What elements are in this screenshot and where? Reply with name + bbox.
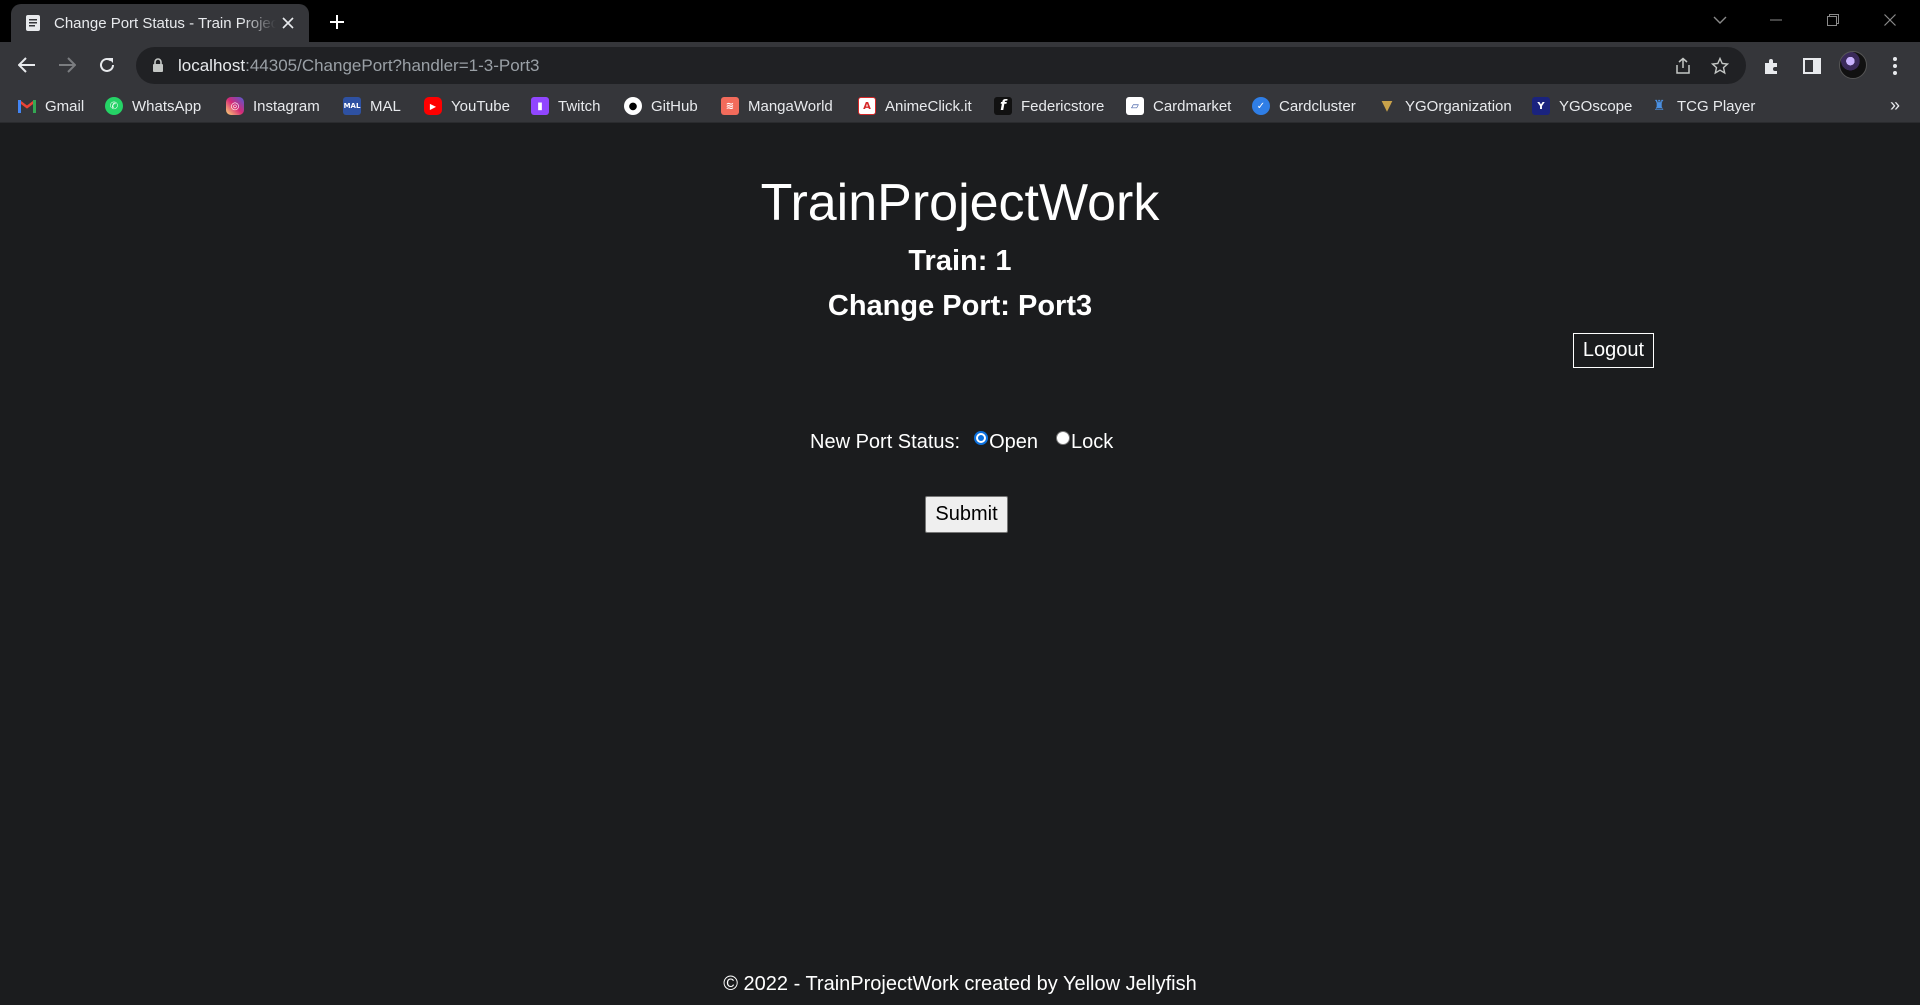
youtube-icon: ▶ bbox=[424, 97, 442, 115]
bookmark-label: Twitch bbox=[558, 97, 601, 115]
bookmark-twitch[interactable]: ▮ Twitch bbox=[531, 95, 601, 117]
bookmark-label: MangaWorld bbox=[748, 97, 833, 115]
tcgplayer-icon: ♜ bbox=[1652, 98, 1666, 114]
page-content: TrainProjectWork Train: 1 Change Port: P… bbox=[0, 123, 1920, 1005]
bookmark-mangaworld[interactable]: ≋ MangaWorld bbox=[721, 95, 833, 117]
forward-button[interactable] bbox=[52, 50, 82, 80]
url-path: :44305/ChangePort?handler=1-3-Port3 bbox=[245, 56, 540, 75]
bookmark-gmail[interactable]: Gmail bbox=[18, 95, 84, 117]
bookmark-cardmarket[interactable]: ▱ Cardmarket bbox=[1126, 95, 1231, 117]
profile-avatar[interactable] bbox=[1839, 51, 1867, 79]
whatsapp-icon: ✆ bbox=[105, 97, 123, 115]
animeclick-icon: A bbox=[858, 97, 876, 115]
url-text[interactable]: localhost:44305/ChangePort?handler=1-3-P… bbox=[178, 56, 540, 76]
port-status-label: New Port Status: bbox=[810, 430, 961, 453]
ygorganization-icon: ▼ bbox=[1381, 98, 1393, 114]
bookmark-label: MAL bbox=[370, 97, 401, 115]
bookmark-github[interactable]: ● GitHub bbox=[624, 95, 698, 117]
mangaworld-icon: ≋ bbox=[721, 97, 739, 115]
bookmark-federicstore[interactable]: f Federicstore bbox=[994, 95, 1104, 117]
bookmark-whatsapp[interactable]: ✆ WhatsApp bbox=[105, 95, 201, 117]
github-icon: ● bbox=[624, 97, 642, 115]
lock-radio-label[interactable]: Lock bbox=[1071, 431, 1113, 454]
forward-arrow-icon bbox=[59, 57, 76, 73]
browser-toolbar: localhost:44305/ChangePort?handler=1-3-P… bbox=[0, 42, 1920, 89]
change-port-heading: Change Port: Port3 bbox=[827, 290, 1093, 322]
back-arrow-icon bbox=[18, 57, 35, 73]
submit-button[interactable]: Submit bbox=[925, 496, 1008, 533]
bookmark-label: YGOrganization bbox=[1405, 97, 1512, 115]
bookmark-label: Cardmarket bbox=[1153, 97, 1232, 115]
share-icon[interactable] bbox=[1672, 55, 1694, 77]
bookmark-label: GitHub bbox=[651, 97, 698, 115]
bookmark-label: Federicstore bbox=[1021, 97, 1105, 115]
tab-strip: Change Port Status - Train Project bbox=[0, 0, 1920, 42]
restore-button[interactable] bbox=[1805, 0, 1861, 40]
bookmark-instagram[interactable]: ◎ Instagram bbox=[226, 95, 320, 117]
logout-button[interactable]: Logout bbox=[1573, 333, 1654, 368]
bookmark-cardcluster[interactable]: ✓ Cardcluster bbox=[1252, 95, 1356, 117]
train-heading: Train: 1 bbox=[908, 245, 1012, 277]
federicstore-icon: f bbox=[994, 97, 1012, 115]
star-icon[interactable] bbox=[1709, 55, 1731, 77]
footer-text: © 2022 - TrainProjectWork created by Yel… bbox=[723, 973, 1197, 995]
back-button[interactable] bbox=[12, 50, 42, 80]
bookmark-label: YouTube bbox=[451, 97, 510, 115]
reload-button[interactable] bbox=[92, 50, 122, 80]
lock-icon bbox=[153, 58, 163, 72]
minimize-icon bbox=[1770, 19, 1782, 21]
bookmark-label: Cardcluster bbox=[1279, 97, 1356, 115]
more-bookmarks-button[interactable]: » bbox=[1890, 95, 1900, 116]
bookmark-ygorganization[interactable]: ▼ YGOrganization bbox=[1378, 95, 1512, 117]
open-radio-label[interactable]: Open bbox=[989, 431, 1038, 454]
plus-icon bbox=[330, 15, 344, 29]
open-radio[interactable] bbox=[974, 431, 989, 445]
cardcluster-icon: ✓ bbox=[1252, 97, 1270, 115]
bookmark-animeclick[interactable]: A AnimeClick.it bbox=[858, 95, 972, 117]
bookmark-label: WhatsApp bbox=[132, 97, 202, 115]
document-icon bbox=[23, 13, 43, 33]
instagram-icon: ◎ bbox=[226, 97, 244, 115]
close-window-button[interactable] bbox=[1862, 0, 1918, 40]
ygoscope-icon: Y bbox=[1532, 97, 1550, 115]
new-tab-button[interactable] bbox=[325, 10, 349, 34]
tab-search-button[interactable] bbox=[1692, 0, 1748, 40]
minimize-button[interactable] bbox=[1748, 0, 1804, 40]
cardmarket-icon: ▱ bbox=[1126, 97, 1144, 115]
reload-icon bbox=[100, 57, 114, 72]
port-status-form-row: New Port Status: Open Lock bbox=[810, 427, 1131, 457]
bookmark-ygoscope[interactable]: Y YGOscope bbox=[1532, 95, 1632, 117]
close-window-icon bbox=[1884, 14, 1896, 26]
twitch-icon: ▮ bbox=[531, 97, 549, 115]
close-icon[interactable] bbox=[279, 14, 297, 32]
bookmark-label: TCG Player bbox=[1677, 97, 1756, 115]
bookmark-label: YGOscope bbox=[1559, 97, 1633, 115]
bookmark-youtube[interactable]: ▶ YouTube bbox=[424, 95, 510, 117]
restore-icon bbox=[1827, 14, 1839, 26]
browser-tab[interactable]: Change Port Status - Train Project bbox=[11, 4, 309, 42]
site-title: TrainProjectWork bbox=[760, 174, 1160, 232]
lock-radio[interactable] bbox=[1056, 431, 1070, 445]
bookmark-tcgplayer[interactable]: ♜ TCG Player bbox=[1650, 95, 1756, 117]
bookmark-mal[interactable]: MAL MAL bbox=[343, 95, 401, 117]
side-panel-icon[interactable] bbox=[1800, 54, 1824, 78]
menu-dots-icon[interactable] bbox=[1883, 54, 1907, 78]
bookmark-label: Instagram bbox=[253, 97, 320, 115]
bookmarks-bar: Gmail ✆ WhatsApp ◎ Instagram MAL MAL ▶ Y… bbox=[0, 89, 1920, 123]
gmail-icon bbox=[18, 97, 36, 115]
address-bar[interactable]: localhost:44305/ChangePort?handler=1-3-P… bbox=[136, 47, 1746, 84]
url-host: localhost bbox=[178, 56, 246, 75]
bookmark-label: Gmail bbox=[45, 97, 85, 115]
mal-icon: MAL bbox=[343, 97, 361, 115]
extensions-icon[interactable] bbox=[1760, 54, 1784, 78]
bookmark-label: AnimeClick.it bbox=[885, 97, 972, 115]
chevron-down-icon bbox=[1713, 16, 1727, 24]
tab-title: Change Port Status - Train Project bbox=[54, 14, 276, 32]
